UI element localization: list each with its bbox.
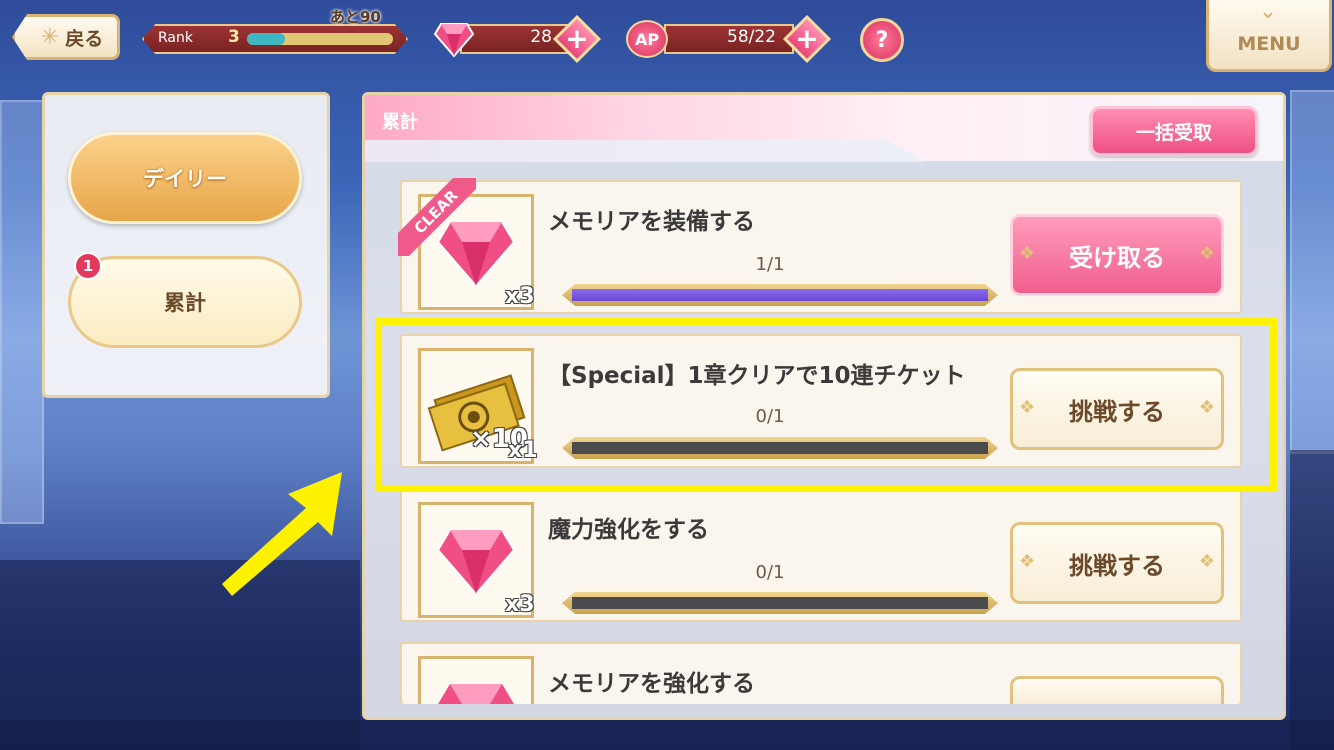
reward-quantity: x3 (505, 592, 535, 617)
receive-button[interactable]: ❖ 受け取る ❖ (1010, 214, 1224, 296)
sparkle-icon: ✳ (40, 24, 60, 50)
mission-progress-text: 0/1 (755, 562, 785, 583)
plus-icon: + (795, 22, 819, 55)
ornament-icon: ❖ (1198, 551, 1215, 572)
mission-title: メモリアを強化する (548, 671, 755, 697)
mission-progress-fill (572, 289, 988, 301)
clear-ribbon: CLEAR (398, 178, 476, 256)
tab-cumulative[interactable]: 累計 (68, 256, 302, 348)
plus-icon: + (565, 22, 589, 55)
ornament-icon: ❖ (1019, 243, 1036, 264)
ornament-icon: ❖ (1198, 243, 1215, 264)
tutorial-highlight (375, 318, 1277, 492)
ornament-icon: ❖ (1019, 551, 1036, 572)
ap-value: 58/22 (727, 27, 776, 47)
mission-progress-bar (562, 592, 998, 614)
panel-title: 累計 (382, 112, 418, 133)
clear-label: CLEAR (398, 178, 476, 256)
rank-progress-bar (247, 33, 393, 45)
gem-count: 28 (530, 27, 552, 47)
menu-label: MENU (1237, 33, 1301, 55)
tab-daily[interactable]: デイリー (68, 132, 302, 224)
back-button[interactable]: ✳ 戻る (12, 14, 120, 60)
rank-progress-fill (247, 33, 285, 45)
chevron-down-icon: ⌄ (1258, 0, 1278, 24)
claim-all-button[interactable]: 一括受取 (1090, 106, 1258, 156)
receive-label: 受け取る (1069, 243, 1165, 272)
gem-icon (438, 684, 514, 704)
challenge-button[interactable]: ❖ 挑戦する ❖ (1010, 522, 1224, 604)
tab-cumulative-label: 累計 (164, 291, 206, 315)
mission-progress-bar (562, 284, 998, 306)
tab-daily-label: デイリー (143, 167, 227, 191)
rank-next-text: あと90 (330, 8, 381, 26)
rank-label: Rank (158, 30, 193, 46)
help-button[interactable]: ? (860, 18, 904, 62)
mission-title: メモリアを装備する (548, 209, 755, 235)
challenge-button[interactable] (1010, 676, 1224, 704)
notification-badge: 1 (74, 252, 102, 280)
rank-value: 3 (228, 27, 240, 47)
ap-icon: AP (626, 20, 668, 58)
reward-quantity: x3 (505, 284, 535, 309)
arrow-icon (222, 472, 342, 596)
mission-progress-text: 1/1 (755, 254, 785, 275)
back-label: 戻る (65, 27, 104, 50)
header-band (365, 140, 925, 162)
mission-title: 魔力強化をする (548, 517, 709, 543)
challenge-label: 挑戦する (1069, 551, 1165, 580)
gem-icon (436, 529, 516, 596)
